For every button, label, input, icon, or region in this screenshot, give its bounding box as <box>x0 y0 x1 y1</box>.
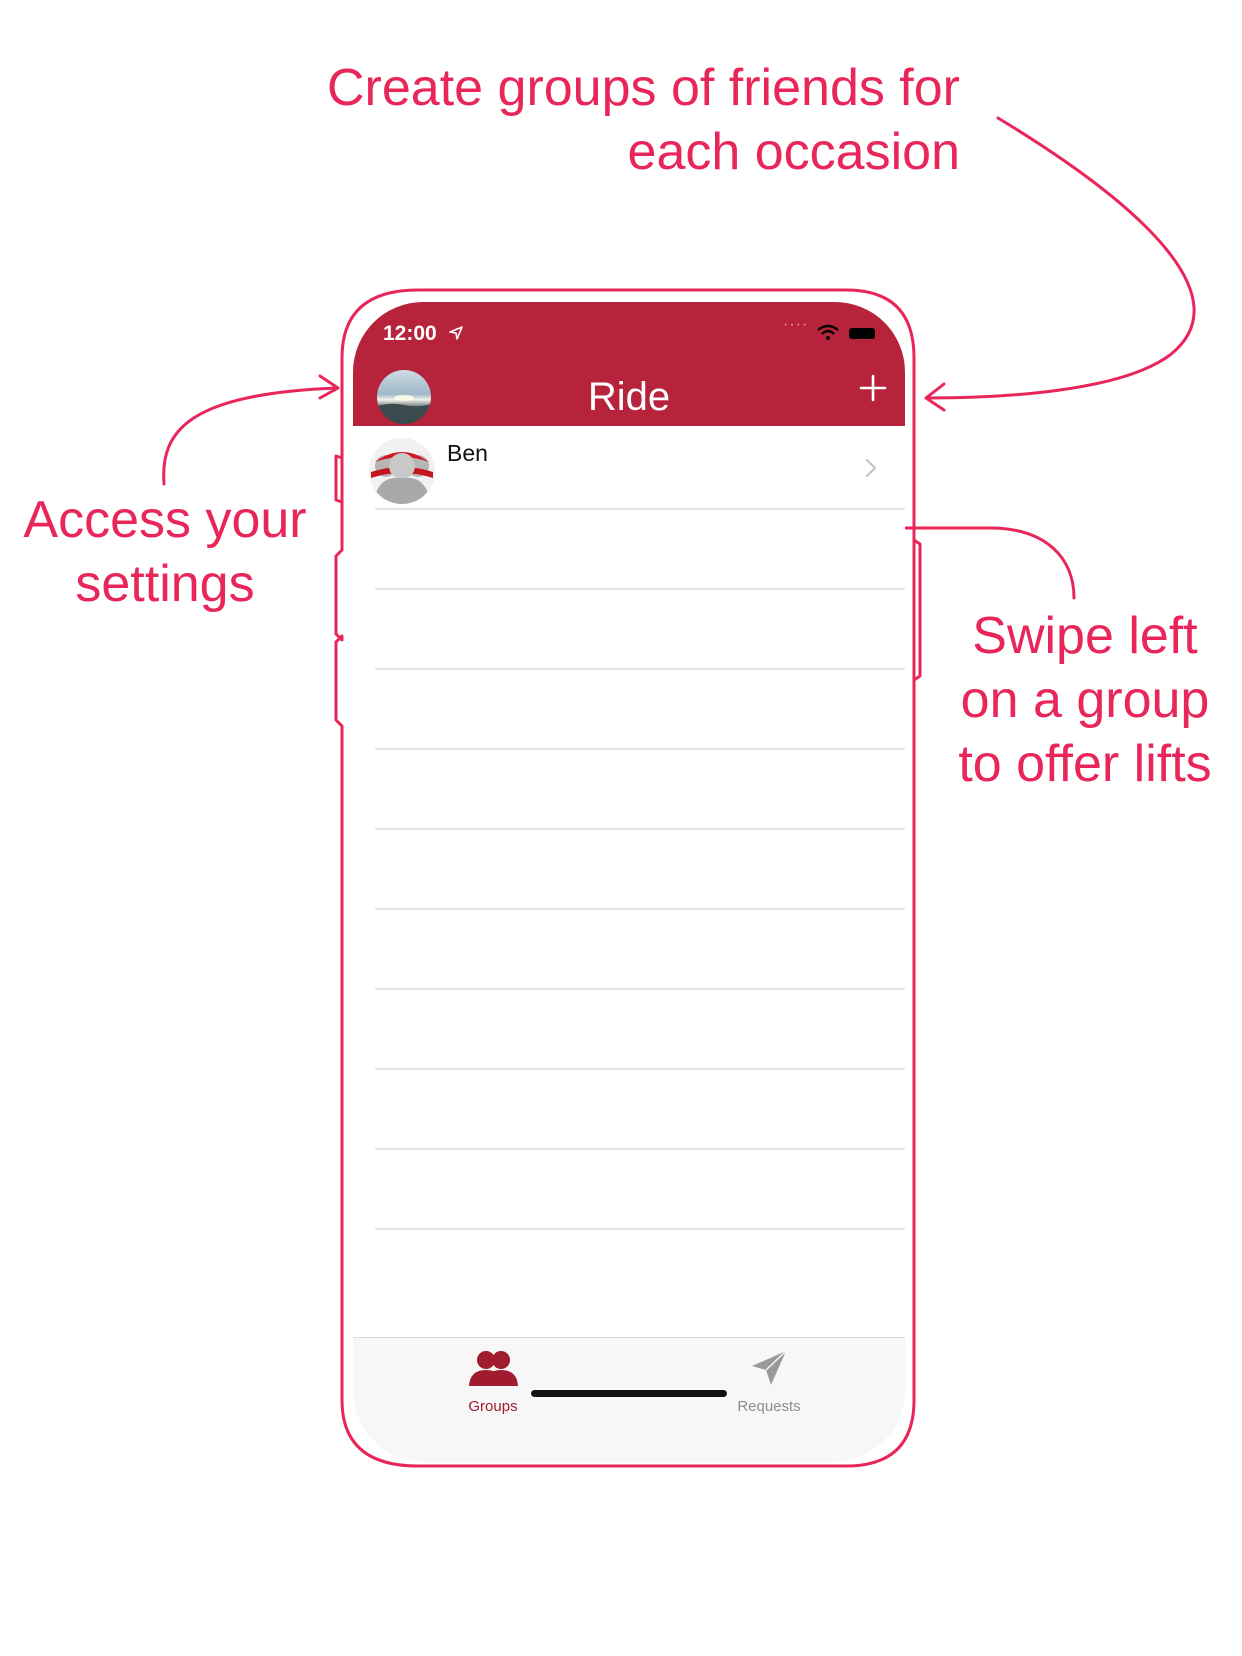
callout-swipe-left: Swipe left on a group to offer lifts <box>950 604 1220 796</box>
arrowhead-access-settings <box>318 374 340 400</box>
row-separator <box>375 1228 905 1230</box>
arrow-access-settings <box>162 386 338 486</box>
tab-label: Requests <box>737 1398 801 1415</box>
row-separator <box>375 1068 905 1070</box>
arrowhead-create-groups <box>924 382 946 412</box>
row-separator <box>375 828 905 830</box>
group-row[interactable]: Ben <box>353 426 905 511</box>
group-people-icon <box>369 438 435 504</box>
people-icon <box>469 1351 518 1386</box>
chevron-right-icon <box>865 458 877 483</box>
battery-icon <box>849 328 875 339</box>
callout-line: Create groups of friends for <box>327 59 960 117</box>
row-separator <box>375 748 905 750</box>
status-time: 12:00 <box>383 322 437 345</box>
callout-line: settings <box>75 555 255 613</box>
row-separator <box>375 1148 905 1150</box>
location-arrow-icon <box>449 326 463 345</box>
device-right-button <box>912 538 922 682</box>
callout-line: to offer lifts <box>958 735 1212 793</box>
arrow-create-groups <box>926 116 1196 400</box>
tab-requests[interactable]: Requests <box>689 1348 849 1418</box>
row-separator <box>375 508 905 510</box>
device-side-button <box>334 454 344 504</box>
add-group-button[interactable] <box>853 370 893 410</box>
row-separator <box>375 908 905 910</box>
callout-line: Access your <box>23 491 307 549</box>
home-indicator <box>531 1390 727 1397</box>
tab-label: Groups <box>468 1398 518 1415</box>
row-separator <box>375 988 905 990</box>
callout-line: each occasion <box>627 123 960 181</box>
wifi-icon <box>817 324 839 345</box>
callout-line: on a group <box>960 671 1210 729</box>
callout-create-groups: Create groups of friends for each occasi… <box>300 56 960 184</box>
tab-groups[interactable]: Groups <box>413 1348 573 1418</box>
row-separator <box>375 588 905 590</box>
signal-dots-icon: ···· <box>783 316 809 333</box>
tab-bar: Groups Requests <box>353 1337 905 1462</box>
callout-line: Swipe left <box>972 607 1198 665</box>
navigation-bar: 12:00 ···· Ride <box>353 302 905 426</box>
row-separator <box>375 668 905 670</box>
group-name: Ben <box>447 440 488 466</box>
paper-plane-icon <box>752 1350 787 1385</box>
phone-screen: 12:00 ···· Ride Ben Groups Requests <box>353 302 905 1462</box>
plus-icon <box>859 374 887 402</box>
callout-access-settings: Access your settings <box>0 488 330 616</box>
page-title: Ride <box>587 375 671 419</box>
